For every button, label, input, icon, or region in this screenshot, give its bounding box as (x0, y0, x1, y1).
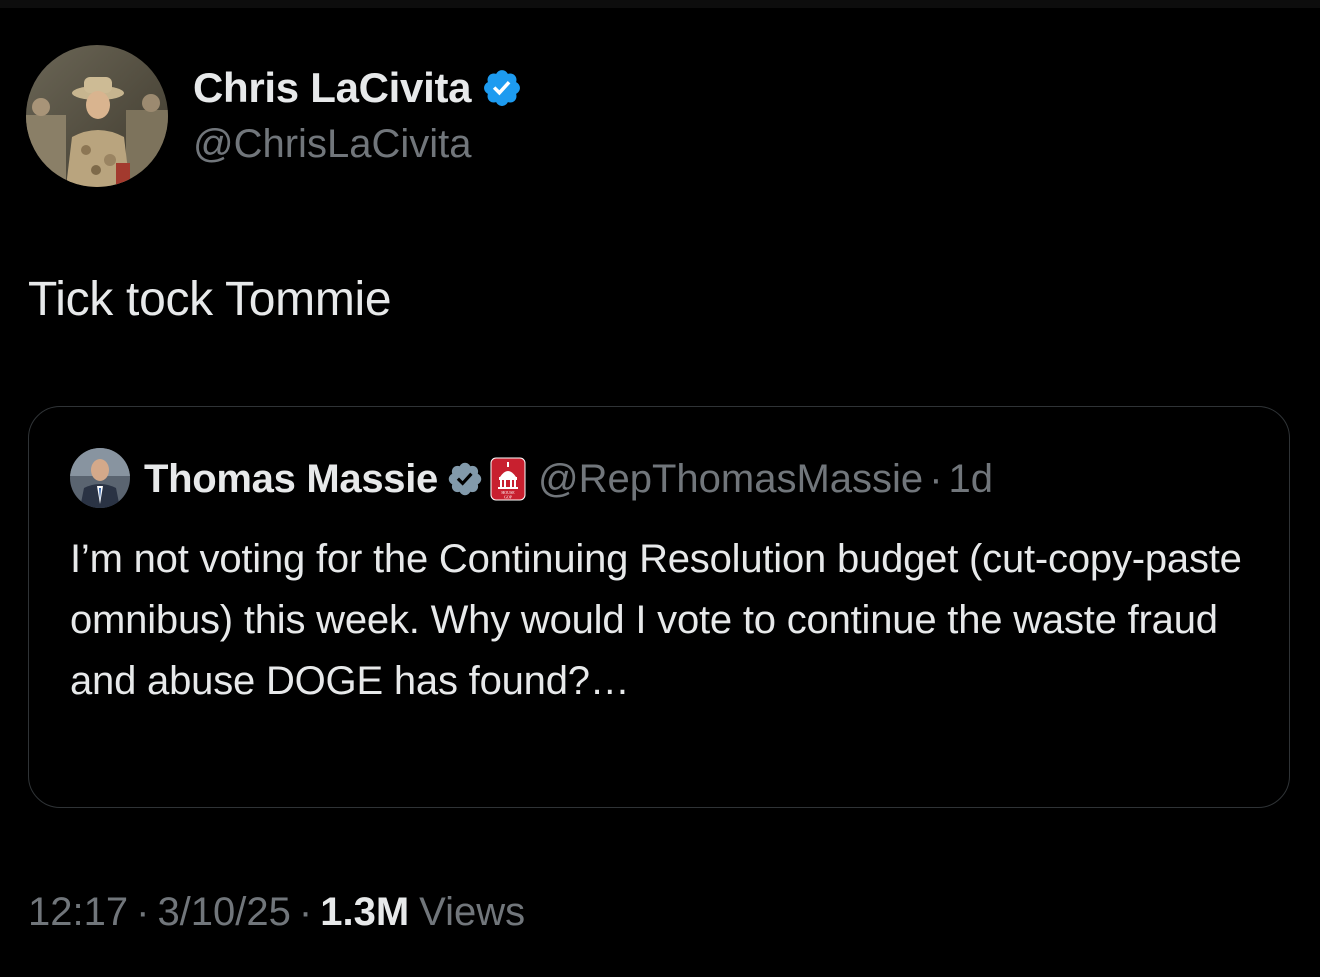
quoted-separator: · (929, 456, 943, 501)
tweet-text: Tick tock Tommie (28, 273, 392, 326)
verified-badge-icon[interactable] (446, 460, 484, 498)
verified-badge-icon[interactable] (481, 67, 523, 109)
avatar-photo-icon (26, 45, 168, 187)
tweet-time[interactable]: 12:17 (28, 890, 128, 935)
author-name-row: Chris LaCivita (193, 62, 523, 114)
tweet: Chris LaCivita @ChrisLaCivita Tick tock … (0, 0, 1320, 977)
author-display-name[interactable]: Chris LaCivita (193, 64, 472, 112)
avatar-photo-icon (70, 448, 130, 508)
tweet-date[interactable]: 3/10/25 (157, 890, 290, 935)
meta-separator: · (136, 889, 150, 934)
author-handle[interactable]: @ChrisLaCivita (193, 122, 471, 167)
quoted-author-avatar[interactable] (70, 448, 130, 508)
quoted-handle[interactable]: @RepThomasMassie (538, 457, 923, 502)
quoted-tweet-card[interactable]: Thomas Massie HOUSE GOP @RepThomasMassie… (28, 406, 1290, 808)
views-count[interactable]: 1.3M (320, 890, 409, 935)
quoted-tweet-text: I’m not voting for the Continuing Resolu… (70, 537, 1242, 703)
svg-text:GOP: GOP (504, 495, 513, 500)
house-gop-badge-icon[interactable]: HOUSE GOP (490, 457, 526, 501)
views-label[interactable]: Views (419, 890, 525, 935)
quoted-display-name[interactable]: Thomas Massie (144, 457, 438, 502)
tweet-meta-row: 12:17 · 3/10/25 · 1.3M Views (28, 886, 525, 938)
quoted-time-ago[interactable]: 1d (949, 457, 994, 502)
author-avatar[interactable] (26, 45, 168, 187)
meta-separator: · (298, 889, 313, 934)
quoted-tweet-header: Thomas Massie HOUSE GOP @RepThomasMassie… (144, 453, 993, 505)
